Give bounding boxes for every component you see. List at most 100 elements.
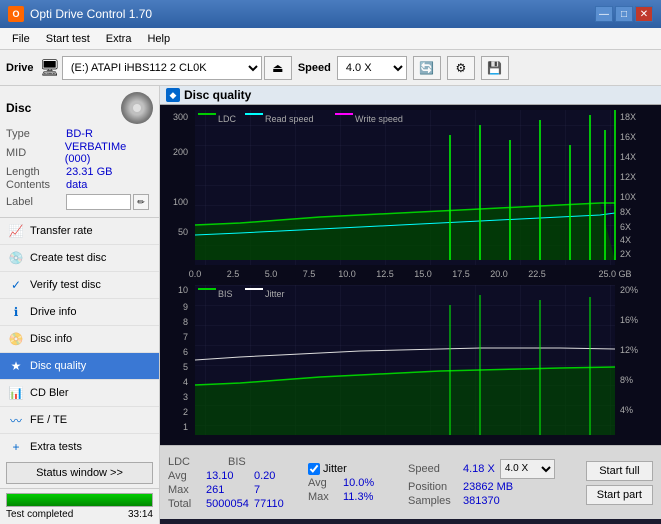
mid-key: MID [6,147,65,159]
speed-stat-val: 4.18 X [463,463,495,475]
svg-text:16%: 16% [620,315,638,325]
chart-header: ◆ Disc quality [160,86,661,105]
svg-text:10.0: 10.0 [338,269,356,279]
stat-total-label: Total [168,498,198,510]
settings-button[interactable]: ⚙ [447,56,475,80]
menu-extra[interactable]: Extra [98,31,140,47]
position-val: 23862 MB [463,481,513,493]
label-input[interactable] [66,194,131,210]
menu-file[interactable]: File [4,31,38,47]
nav-cd-bler[interactable]: 📊 CD Bler [0,380,159,407]
menu-help[interactable]: Help [139,31,178,47]
nav-verify-test-disc-label: Verify test disc [30,279,101,291]
svg-text:8: 8 [183,317,188,327]
stat-avg-bis: 0.20 [254,470,275,482]
svg-text:4: 4 [183,377,188,387]
nav-create-test-disc[interactable]: 💿 Create test disc [0,245,159,272]
disc-info-section: Disc Type BD-R MID VERBATIMe (000) Lengt… [0,86,159,218]
speed-selector[interactable]: 4.0 X [337,56,407,80]
menu-bar: File Start test Extra Help [0,28,661,50]
nav-verify-test-disc[interactable]: ✓ Verify test disc [0,272,159,299]
contents-key: Contents [6,179,66,191]
start-full-button[interactable]: Start full [586,461,653,481]
jitter-label: Jitter [323,463,347,475]
status-window-button[interactable]: Status window >> [6,462,153,484]
transfer-rate-icon: 📈 [8,223,24,239]
save-button[interactable]: 💾 [481,56,509,80]
svg-text:20%: 20% [620,285,638,295]
chart-title: Disc quality [184,88,251,102]
length-value: 23.31 GB [66,166,112,178]
svg-text:12.5: 12.5 [376,269,394,279]
minimize-button[interactable]: — [595,6,613,22]
disc-quality-icon: ★ [8,358,24,374]
svg-text:Jitter: Jitter [265,289,285,299]
svg-text:3: 3 [183,392,188,402]
progress-bar-container [6,493,153,507]
cd-bler-icon: 📊 [8,385,24,401]
left-panel: Disc Type BD-R MID VERBATIMe (000) Lengt… [0,86,160,524]
stat-header-ldc: LDC [168,456,198,468]
svg-text:100: 100 [173,197,188,207]
svg-text:Read speed: Read speed [265,114,314,124]
svg-text:4%: 4% [620,405,633,415]
close-button[interactable]: ✕ [635,6,653,22]
svg-text:10X: 10X [620,192,636,202]
drive-selector[interactable]: (E:) ATAPI iHBS112 2 CL0K [62,56,262,80]
samples-val: 381370 [463,495,500,507]
svg-text:16X: 16X [620,132,636,142]
nav-transfer-rate[interactable]: 📈 Transfer rate [0,218,159,245]
mid-value: VERBATIMe (000) [65,141,153,165]
disc-section-label: Disc [6,101,31,115]
svg-text:5.0: 5.0 [265,269,278,279]
app-icon: O [8,6,24,22]
title-bar: O Opti Drive Control 1.70 — □ ✕ [0,0,661,28]
length-key: Length [6,166,66,178]
nav-drive-info-label: Drive info [30,306,76,318]
nav-fe-te-label: FE / TE [30,414,67,426]
svg-text:14X: 14X [620,152,636,162]
contents-value: data [66,179,87,191]
progress-section: Test completed 33:14 [0,488,159,524]
create-test-disc-icon: 💿 [8,250,24,266]
nav-cd-bler-label: CD Bler [30,387,69,399]
svg-text:0.0: 0.0 [189,269,202,279]
progress-bar-fill [7,494,152,506]
svg-text:12X: 12X [620,172,636,182]
svg-text:7: 7 [183,332,188,342]
speed-label: Speed [298,62,331,74]
stat-max-label: Max [168,484,198,496]
nav-extra-tests[interactable]: + Extra tests [0,434,159,458]
disc-info-icon: 📀 [8,331,24,347]
svg-text:6: 6 [183,347,188,357]
nav-fe-te[interactable]: 〰 FE / TE [0,407,159,434]
refresh-button[interactable]: 🔄 [413,56,441,80]
svg-text:2: 2 [183,407,188,417]
speed-stat-label: Speed [408,463,458,475]
svg-text:17.5: 17.5 [452,269,470,279]
samples-label: Samples [408,495,458,507]
chart-title-icon: ◆ [166,88,180,102]
menu-starttest[interactable]: Start test [38,31,98,47]
label-save-button[interactable]: ✏ [133,194,149,210]
svg-text:20.0: 20.0 [490,269,508,279]
type-key: Type [6,128,66,140]
nav-disc-info[interactable]: 📀 Disc info [0,326,159,353]
maximize-button[interactable]: □ [615,6,633,22]
toolbar: Drive 🖥 (E:) ATAPI iHBS112 2 CL0K ⏏ Spee… [0,50,661,86]
stat-max-bis: 7 [254,484,260,496]
nav-drive-info[interactable]: ℹ Drive info [0,299,159,326]
start-part-button[interactable]: Start part [586,485,653,505]
eject-button[interactable]: ⏏ [264,56,292,80]
svg-text:LDC: LDC [218,114,237,124]
svg-text:2.5: 2.5 [227,269,240,279]
svg-text:8%: 8% [620,375,633,385]
svg-text:1: 1 [183,422,188,432]
status-text: Test completed [6,509,73,520]
nav-disc-quality[interactable]: ★ Disc quality [0,353,159,380]
speed-stat-select[interactable]: 4.0 X [500,459,555,479]
svg-text:5: 5 [183,362,188,372]
jitter-checkbox[interactable] [308,463,320,475]
drive-label: Drive [6,62,34,74]
svg-text:300: 300 [173,112,188,122]
